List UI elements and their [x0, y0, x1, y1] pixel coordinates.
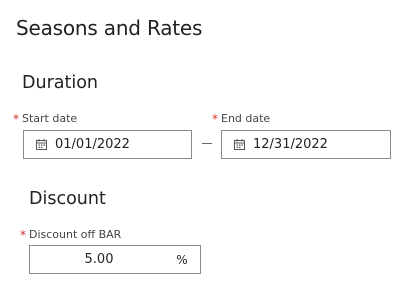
start-date-value: 01/01/2022 [55, 137, 130, 152]
discount-label: * Discount off BAR [20, 228, 121, 241]
end-date-input[interactable]: 12/31/2022 [221, 130, 391, 159]
date-range-separator [202, 143, 212, 144]
discount-label-text: Discount off BAR [29, 228, 122, 241]
start-date-label-text: Start date [22, 112, 78, 125]
required-marker: * [13, 112, 19, 126]
duration-section-title: Duration [22, 73, 99, 93]
required-marker: * [20, 228, 26, 242]
end-date-label-text: End date [221, 112, 271, 125]
start-date-label: * Start date [13, 112, 77, 125]
discount-input[interactable]: 5.00 % [29, 245, 201, 274]
discount-section-title: Discount [29, 189, 106, 209]
calendar-icon[interactable] [36, 139, 47, 150]
page-title: Seasons and Rates [16, 16, 203, 40]
end-date-value: 12/31/2022 [253, 137, 328, 152]
required-marker: * [212, 112, 218, 126]
percent-unit: % [176, 252, 188, 267]
discount-value: 5.00 [84, 252, 114, 267]
end-date-label: * End date [212, 112, 270, 125]
calendar-icon[interactable] [234, 139, 245, 150]
start-date-input[interactable]: 01/01/2022 [23, 130, 192, 159]
